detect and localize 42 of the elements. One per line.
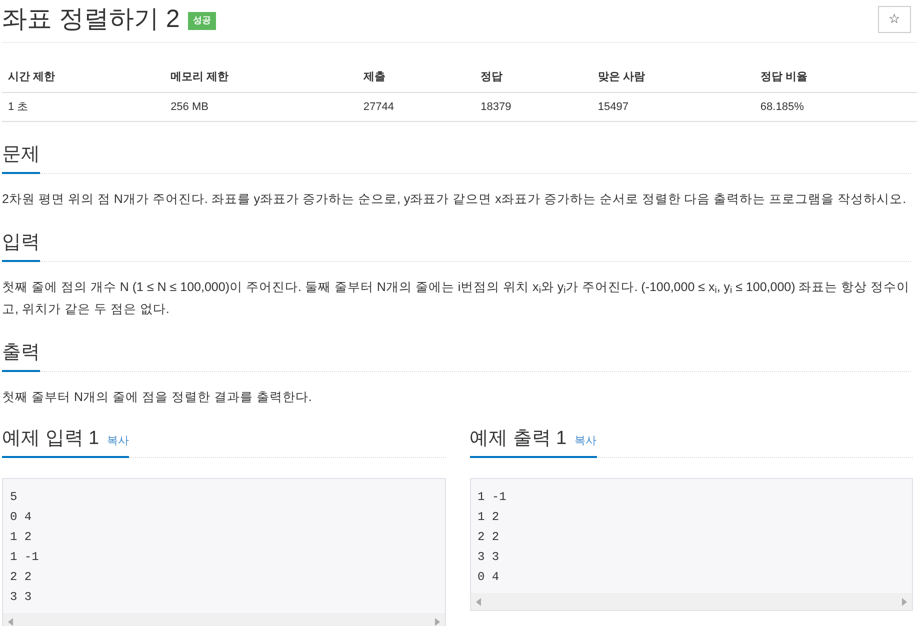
table-header: 맞은 사람 (592, 63, 754, 92)
code-line: 1 -1 (478, 489, 508, 506)
section-heading: 예제 출력 1 (470, 427, 567, 451)
table-cell: 1 초 (2, 92, 165, 122)
scroll-right-icon[interactable] (902, 598, 907, 606)
table-header: 제출 (357, 63, 475, 92)
table-header: 정답 비율 (754, 63, 917, 92)
code-line: 5 (10, 489, 18, 506)
section-paragraph: 2차원 평면 위의 점 N개가 주어진다. 좌표를 y좌표가 증가하는 순으로, y좌표가 같으면 x좌표가 증가하는 순서로 정렬한 다음 출력하는 프로그램을 작성하시오. (2, 191, 908, 208)
table-header: 메모리 제한 (164, 63, 358, 92)
table-cell: 18379 (474, 92, 592, 122)
table-cell: 27744 (357, 92, 475, 122)
code-line: 2 2 (478, 529, 500, 546)
section-heading: 예제 입력 1 (2, 427, 100, 451)
scroll-left-icon[interactable] (8, 618, 13, 626)
horizontal-scrollbar[interactable] (470, 593, 912, 610)
section-heading: 입력 (2, 231, 40, 255)
code-line: 0 4 (478, 569, 500, 586)
code-line: 3 3 (478, 549, 500, 566)
table-cell: 256 MB (164, 92, 358, 122)
success-badge: 성공 (188, 12, 216, 30)
table-cell: 68.185% (754, 92, 917, 122)
code-line: 1 2 (478, 509, 500, 526)
section-heading: 출력 (2, 341, 40, 365)
section-heading: 문제 (2, 143, 40, 167)
section-paragraph: 첫째 줄에 점의 개수 N (1 ≤ N ≤ 100,000)이 주어진다. 둘째 줄부터 N개의 줄에는 i번점의 위치 x$_{i}$와 y$_{i}$가 주어진다. (-100,000 ≤ x$_{i}$, y$_{i}$ ≤ 100,000) 좌표는 항상 정수이고, 위치가 같은 두 점은 없다. (2, 279, 911, 318)
code-line: 3 3 (10, 589, 33, 606)
table-cell: 15497 (592, 92, 754, 122)
code-line: 1 -1 (10, 549, 40, 566)
problem-title: 좌표 정렬하기 2 (2, 4, 180, 34)
code-line: 1 2 (10, 529, 33, 546)
copy-link[interactable]: 복사 (107, 432, 130, 452)
scroll-left-icon[interactable] (476, 598, 480, 606)
horizontal-scrollbar[interactable] (3, 613, 444, 626)
star-button[interactable]: ☆ (878, 6, 911, 32)
scroll-right-icon[interactable] (434, 618, 440, 626)
table-header: 정답 (474, 63, 592, 92)
table-header: 시간 제한 (2, 63, 165, 92)
code-line: 2 2 (10, 569, 33, 586)
code-line: 0 4 (10, 509, 33, 526)
copy-link[interactable]: 복사 (574, 432, 597, 452)
section-paragraph: 첫째 줄부터 N개의 줄에 점을 정렬한 결과를 출력한다. (2, 389, 313, 406)
